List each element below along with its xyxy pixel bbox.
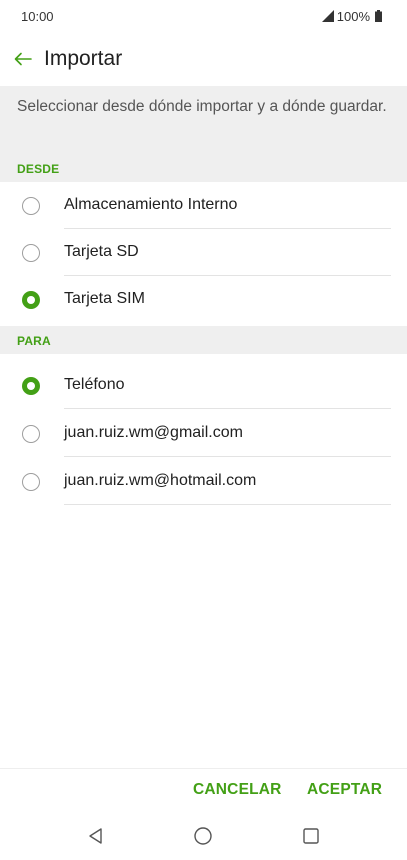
accept-button[interactable]: ACEPTAR [307,781,382,799]
option-label: juan.ruiz.wm@gmail.com [64,424,243,441]
status-time: 10:00 [21,9,54,24]
section-header-para: PARA [0,326,407,354]
option-gmail-account[interactable]: juan.ruiz.wm@gmail.com [0,411,407,457]
circle-home-icon [194,827,212,845]
radio-button[interactable] [22,473,40,491]
divider [64,275,391,276]
app-header: Importar [0,32,407,86]
option-almacenamiento-interno[interactable]: Almacenamiento Interno [0,183,407,229]
option-label: Tarjeta SD [64,243,139,260]
cancel-button[interactable]: CANCELAR [193,781,282,799]
section-header-desde: DESDE [0,154,407,182]
nav-back-button[interactable] [84,824,108,848]
status-indicators: 100% [321,8,382,24]
description-text: Seleccionar desde dónde importar y a dón… [17,98,387,115]
description-panel: Seleccionar desde dónde importar y a dón… [0,86,407,154]
divider [64,408,391,409]
navigation-bar [0,812,407,860]
option-hotmail-account[interactable]: juan.ruiz.wm@hotmail.com [0,459,407,505]
option-label: Tarjeta SIM [64,290,145,307]
dialog-action-bar: CANCELAR ACEPTAR [0,768,407,813]
divider [64,456,391,457]
section-label-para: PARA [17,334,51,348]
radio-button[interactable] [22,197,40,215]
option-tarjeta-sd[interactable]: Tarjeta SD [0,230,407,276]
option-label: Teléfono [64,376,125,393]
option-label: juan.ruiz.wm@hotmail.com [64,472,257,489]
status-bar: 10:00 100% [0,0,407,32]
option-label: Almacenamiento Interno [64,196,238,213]
section-label-desde: DESDE [17,162,60,176]
radio-button[interactable] [22,425,40,443]
radio-button-selected[interactable] [22,291,40,309]
signal-icon [321,10,334,22]
option-telefono[interactable]: Teléfono [0,363,407,409]
battery-level: 100% [336,8,370,24]
arrow-left-icon [14,52,32,66]
option-tarjeta-sim[interactable]: Tarjeta SIM [0,277,407,323]
square-recents-icon [303,828,319,844]
divider [64,504,391,505]
nav-recents-button[interactable] [299,824,323,848]
triangle-back-icon [89,828,102,844]
divider [64,228,391,229]
page-title: Importar [44,47,123,70]
back-button[interactable] [8,44,38,74]
nav-home-button[interactable] [191,824,215,848]
radio-button-selected[interactable] [22,377,40,395]
radio-button[interactable] [22,244,40,262]
battery-icon [375,10,382,22]
